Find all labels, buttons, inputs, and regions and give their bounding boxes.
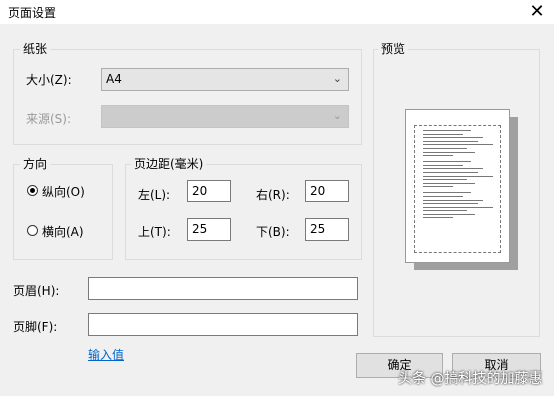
paper-source-select: ⌄	[101, 105, 349, 128]
paper-size-value: A4	[106, 72, 122, 86]
paper-group	[13, 49, 362, 145]
input-value-link[interactable]: 输入值	[88, 346, 124, 363]
portrait-label[interactable]: 纵向(O)	[42, 183, 85, 200]
margin-right-label: 右(R):	[256, 188, 290, 202]
paper-size-select[interactable]: A4 ⌄	[101, 68, 349, 91]
size-label: 大小(Z):	[26, 73, 72, 87]
margins-group-label: 页边距(毫米)	[131, 157, 207, 171]
chevron-down-icon: ⌄	[332, 109, 342, 122]
landscape-radio[interactable]	[27, 225, 38, 236]
margins-group	[125, 164, 362, 260]
paper-group-label: 纸张	[20, 42, 51, 56]
dialog-title: 页面设置	[8, 6, 57, 20]
orientation-group	[13, 164, 113, 260]
margin-bottom-label: 下(B):	[256, 225, 290, 239]
orientation-group-label: 方向	[20, 157, 51, 171]
margin-bottom-input[interactable]: 25	[305, 218, 349, 241]
preview-group-label: 预览	[378, 42, 409, 56]
header-input[interactable]	[88, 277, 358, 300]
preview-margin-box	[414, 125, 501, 253]
portrait-radio[interactable]	[27, 185, 38, 196]
margin-left-label: 左(L):	[138, 188, 171, 202]
margin-top-input[interactable]: 25	[187, 218, 231, 241]
preview-page	[405, 109, 510, 263]
watermark-text: 头条 @搞科技的加藤惠	[398, 371, 543, 387]
title-bar	[0, 0, 554, 24]
source-label: 来源(S):	[26, 112, 72, 126]
preview-text-lines	[423, 130, 503, 221]
margin-top-label: 上(T):	[138, 225, 171, 239]
footer-label: 页脚(F):	[13, 320, 58, 334]
landscape-label[interactable]: 横向(A)	[42, 223, 84, 240]
margin-right-input[interactable]: 20	[305, 180, 349, 202]
chevron-down-icon: ⌄	[332, 72, 342, 85]
header-label: 页眉(H):	[13, 284, 60, 298]
margin-left-input[interactable]: 20	[187, 180, 231, 202]
close-icon[interactable]: ✕	[522, 1, 552, 23]
footer-input[interactable]	[88, 313, 358, 336]
